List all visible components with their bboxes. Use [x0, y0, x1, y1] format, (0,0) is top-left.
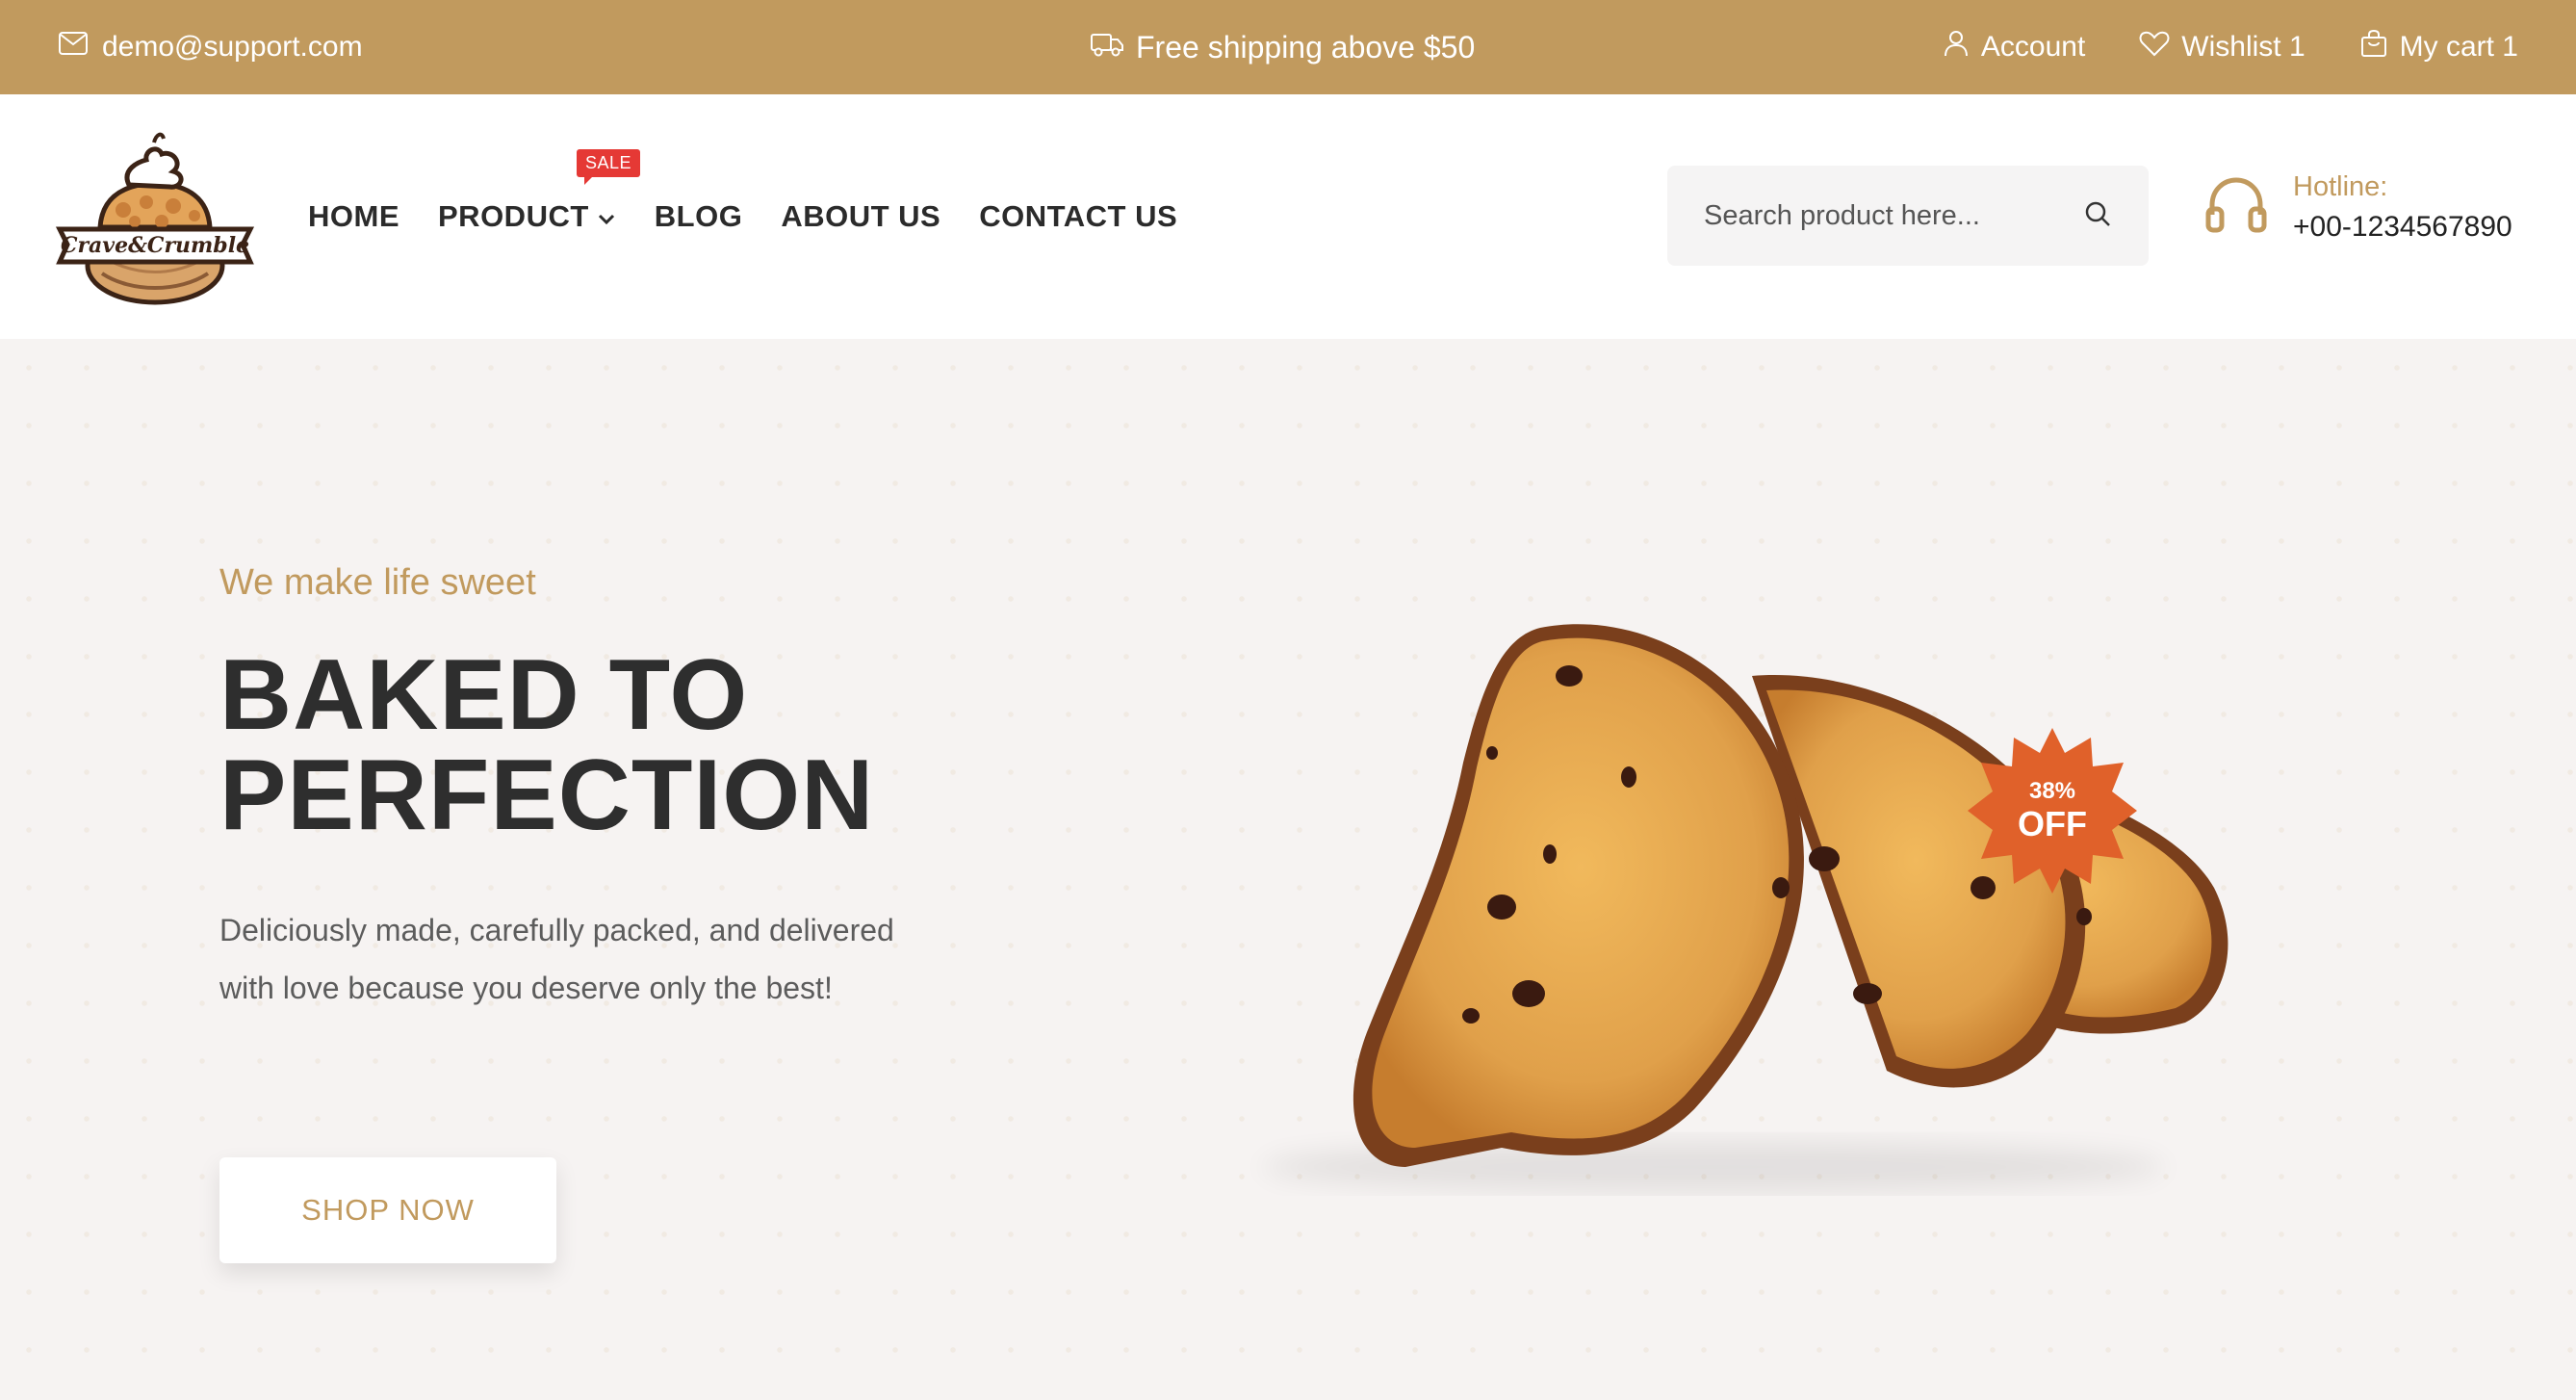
search-input[interactable]	[1704, 199, 2070, 232]
hero-tagline: We make life sweet	[219, 562, 536, 603]
support-email[interactable]: demo@support.com	[58, 0, 363, 94]
top-bar-actions: Account Wishlist 1 My cart 1	[1943, 0, 2518, 94]
wishlist-label: Wishlist 1	[2181, 31, 2306, 63]
badge-percent: 38%	[2028, 778, 2076, 804]
account-link[interactable]: Account	[1943, 29, 2085, 65]
nav-blog-label: BLOG	[654, 199, 743, 233]
logo-text: Crave&Crumble	[61, 233, 249, 258]
support-email-text: demo@support.com	[102, 31, 363, 63]
nav-contact[interactable]: CONTACT US	[979, 199, 1177, 234]
sale-badge: SALE	[577, 149, 641, 185]
cart-link[interactable]: My cart 1	[2359, 29, 2518, 65]
truck-icon	[1090, 30, 1124, 65]
hotline-number[interactable]: +00-1234567890	[2293, 211, 2512, 244]
nav-about-label: ABOUT US	[781, 199, 941, 233]
headphones-icon	[2204, 176, 2268, 239]
nav-home[interactable]: HOME	[308, 199, 399, 234]
discount-badge: 38% OFF	[1966, 724, 2139, 897]
hero-title-line1: BAKED TO	[219, 639, 749, 751]
nav-product-label: PRODUCT	[438, 199, 589, 233]
heart-icon	[2139, 30, 2170, 65]
chevron-down-icon	[597, 199, 616, 234]
hero-description: Deliciously made, carefully packed, and …	[219, 913, 894, 1005]
hero-banner: We make life sweet BAKED TO PERFECTION D…	[0, 339, 2576, 1400]
nav-home-label: HOME	[308, 199, 399, 233]
search-icon[interactable]	[2083, 199, 2112, 233]
hero-title: BAKED TO PERFECTION	[219, 645, 1086, 845]
hotline-label: Hotline:	[2293, 171, 2388, 202]
main-header: Crave&Crumble HOME PRODUCT SALE BLOG ABO…	[0, 94, 2576, 339]
cart-icon	[2359, 29, 2388, 65]
shop-now-button[interactable]: SHOP NOW	[219, 1157, 556, 1263]
site-logo[interactable]: Crave&Crumble	[54, 121, 256, 310]
top-bar: demo@support.com Free shipping above $50…	[0, 0, 2576, 94]
shipping-notice: Free shipping above $50	[1090, 0, 1475, 94]
cart-label: My cart 1	[2399, 31, 2518, 63]
nav-contact-label: CONTACT US	[979, 199, 1178, 233]
search-box	[1667, 166, 2149, 266]
hero-title-line2: PERFECTION	[219, 739, 875, 851]
logo-graphic: Crave&Crumble	[55, 132, 255, 305]
nav-about[interactable]: ABOUT US	[781, 199, 940, 234]
main-nav: HOME PRODUCT SALE BLOG ABOUT US CONTACT …	[308, 94, 1177, 339]
mail-icon	[58, 31, 89, 64]
shipping-text: Free shipping above $50	[1136, 29, 1476, 65]
nav-product[interactable]: PRODUCT SALE	[438, 149, 641, 234]
user-icon	[1943, 29, 1970, 65]
badge-off: OFF	[2018, 804, 2087, 843]
nav-blog[interactable]: BLOG	[655, 199, 743, 234]
account-label: Account	[1980, 31, 2086, 63]
wishlist-link[interactable]: Wishlist 1	[2139, 30, 2306, 65]
hotline: Hotline: +00-1234567890	[2204, 171, 2512, 244]
